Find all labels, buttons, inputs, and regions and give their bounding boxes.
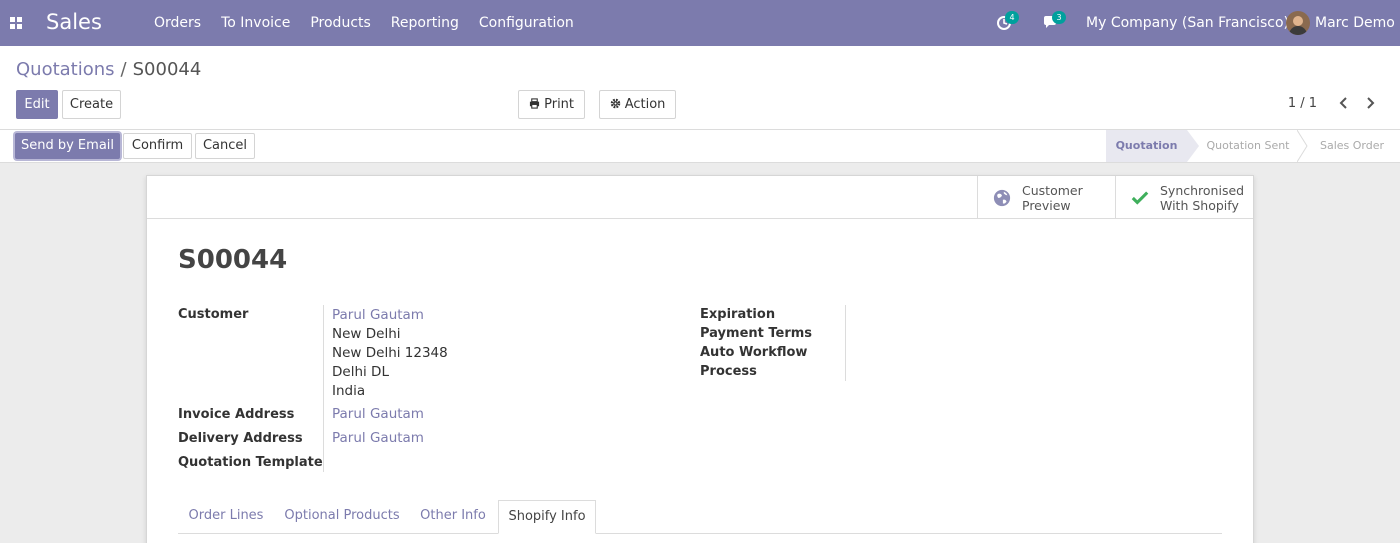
process-label: Process	[700, 364, 757, 379]
customer-address-line: Delhi DL	[332, 364, 389, 380]
shopify-sync-text: Synchronised With Shopify	[1160, 183, 1245, 213]
notebook-tabs: Order Lines Optional Products Other Info…	[178, 500, 1222, 534]
checkmark-icon	[1131, 191, 1149, 205]
delivery-address-link[interactable]: Parul Gautam	[332, 430, 424, 446]
status-bar: Send by Email Confirm Cancel Quotation Q…	[0, 130, 1400, 163]
activity-icon[interactable]: 4	[996, 11, 1019, 31]
app-brand[interactable]: Sales	[46, 10, 102, 34]
stage-arrow	[1187, 130, 1199, 162]
control-panel: Quotations / S00044 Edit Create Print Acti…	[0, 46, 1400, 130]
create-button[interactable]: Create	[62, 90, 121, 119]
menu-products[interactable]: Products	[310, 15, 370, 31]
customer-preview-button[interactable]: Customer Preview	[977, 176, 1115, 219]
print-button[interactable]: Print	[518, 90, 585, 119]
tab-shopify-info[interactable]: Shopify Info	[498, 500, 596, 534]
breadcrumb-current: S00044	[132, 59, 202, 80]
chevron-right-icon	[1367, 97, 1375, 109]
shopify-sync-button[interactable]: Synchronised With Shopify	[1115, 176, 1253, 219]
field-divider	[845, 305, 846, 381]
menu-orders[interactable]: Orders	[154, 15, 201, 31]
payment-terms-field[interactable]	[854, 325, 1154, 344]
customer-preview-text: Customer Preview	[1022, 183, 1083, 213]
cancel-button[interactable]: Cancel	[195, 133, 255, 159]
tab-order-lines[interactable]: Order Lines	[178, 500, 274, 534]
print-icon	[529, 98, 540, 109]
stage-quotation-sent[interactable]: Quotation Sent	[1199, 130, 1297, 162]
delivery-address-label: Delivery Address	[178, 431, 303, 446]
quotation-template-field[interactable]	[332, 454, 632, 473]
invoice-address-label: Invoice Address	[178, 407, 295, 422]
company-switcher[interactable]: My Company (San Francisco)	[1086, 15, 1289, 31]
pager-value[interactable]: 1 / 1	[1288, 96, 1317, 111]
globe-icon	[993, 189, 1011, 207]
action-button[interactable]: Action	[599, 90, 676, 119]
menu-configuration[interactable]: Configuration	[479, 15, 574, 31]
order-reference: S00044	[178, 245, 288, 275]
gear-icon	[610, 98, 620, 109]
customer-address-line: New Delhi	[332, 326, 401, 342]
breadcrumb-separator: /	[120, 59, 127, 80]
menu-to-invoice[interactable]: To Invoice	[221, 15, 290, 31]
customer-label: Customer	[178, 307, 249, 322]
pager-previous[interactable]	[1334, 93, 1354, 113]
smart-button-box: Customer Preview Synchronised With Shopi…	[147, 176, 1253, 219]
breadcrumb: Quotations / S00044	[16, 59, 201, 80]
expiration-field[interactable]	[854, 306, 1154, 325]
user-avatar[interactable]	[1286, 11, 1310, 35]
tab-other-info[interactable]: Other Info	[408, 500, 498, 534]
auto-workflow-label: Auto Workflow	[700, 345, 808, 360]
main-menu: Orders To Invoice Products Reporting Con…	[154, 15, 594, 31]
customer-link[interactable]: Parul Gautam	[332, 306, 448, 325]
customer-address-line: New Delhi 12348	[332, 345, 448, 361]
menu-reporting[interactable]: Reporting	[391, 15, 459, 31]
quotation-template-label: Quotation Template	[178, 455, 323, 470]
edit-button[interactable]: Edit	[16, 90, 58, 119]
stage-arrow	[1297, 130, 1308, 162]
field-divider	[323, 305, 324, 472]
messages-icon[interactable]: 3	[1043, 11, 1066, 31]
messages-badge: 3	[1052, 11, 1066, 24]
stage-quotation: Quotation	[1106, 130, 1187, 162]
activity-badge: 4	[1005, 11, 1019, 24]
send-by-email-button[interactable]: Send by Email	[15, 133, 120, 159]
action-label: Action	[624, 97, 666, 112]
chevron-left-icon	[1339, 97, 1347, 109]
stage-sales-order[interactable]: Sales Order	[1311, 130, 1393, 162]
apps-menu-icon[interactable]	[10, 17, 22, 29]
pager-next[interactable]	[1360, 93, 1380, 113]
breadcrumb-quotations[interactable]: Quotations	[16, 59, 115, 80]
form-sheet: Customer Preview Synchronised With Shopi…	[146, 175, 1254, 543]
customer-address-line: India	[332, 383, 366, 399]
top-navbar: Sales Orders To Invoice Products Reporti…	[0, 0, 1400, 46]
confirm-button[interactable]: Confirm	[123, 133, 192, 159]
expiration-label: Expiration	[700, 307, 776, 322]
payment-terms-label: Payment Terms	[700, 326, 813, 341]
tab-optional-products[interactable]: Optional Products	[276, 500, 408, 534]
invoice-address-link[interactable]: Parul Gautam	[332, 406, 424, 422]
print-label: Print	[544, 97, 575, 112]
customer-field: Parul Gautam New Delhi New Delhi 12348 D…	[332, 306, 448, 401]
auto-workflow-process-field[interactable]	[854, 344, 1154, 382]
user-menu[interactable]: Marc Demo	[1315, 15, 1395, 31]
